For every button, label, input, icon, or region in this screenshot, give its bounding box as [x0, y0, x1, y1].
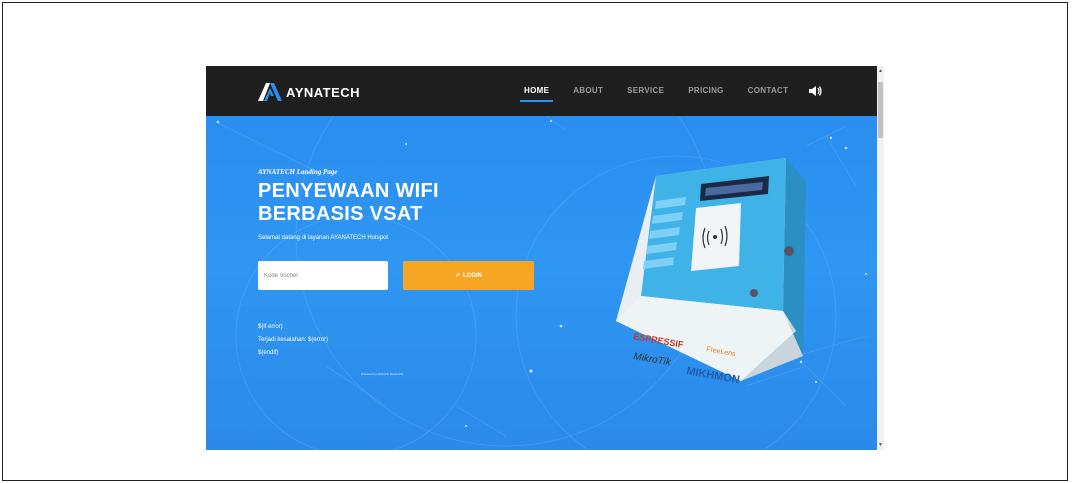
hotspot-kiosk-image: ESPRESSIF FreeLens MikroTik MIKHMON — [616, 158, 806, 386]
login-button[interactable]: ↗ LOGIN — [403, 261, 534, 290]
main-nav: HOME ABOUT SERVICE PRICING CONTACT — [519, 66, 822, 116]
nav-home[interactable]: HOME — [519, 66, 554, 116]
hero-welcome-text: Selamat datang di layanan AYANATECH Hots… — [258, 235, 389, 241]
nav-about[interactable]: ABOUT — [573, 66, 603, 116]
scroll-up-arrow-icon[interactable]: ▲ — [878, 68, 883, 74]
key-icon: ↗ — [454, 273, 461, 279]
hero-headline: PENYEWAAN WIFI BERBASIS VSAT — [258, 180, 538, 226]
browser-viewport: AYNATECH HOME ABOUT SERVICE PRICING CONT… — [206, 66, 884, 450]
hero-headline-line1: PENYEWAAN WIFI — [258, 180, 439, 202]
hero-headline-line2: BERBASIS VSAT — [258, 203, 423, 225]
speaker-icon[interactable] — [808, 85, 822, 97]
scroll-thumb[interactable] — [878, 82, 883, 138]
nav-service[interactable]: SERVICE — [627, 66, 664, 116]
voucher-input[interactable] — [258, 261, 388, 290]
template-if-error: $(if error) — [258, 324, 283, 330]
kiosk-brand-mikrotik: MikroTik — [632, 351, 672, 369]
nav-pricing[interactable]: PRICING — [688, 66, 723, 116]
navbar: AYNATECH HOME ABOUT SERVICE PRICING CONT… — [206, 66, 877, 116]
template-error-message: Terjadi kesalahan: $(error) — [258, 337, 329, 343]
brand-name: AYNATECH — [286, 84, 361, 100]
hero-eyebrow: AYNATECH Landing Page — [258, 168, 338, 176]
nav-contact[interactable]: CONTACT — [748, 66, 789, 116]
template-endif: $(endif) — [258, 350, 279, 356]
powered-by-text: Powered by MikroTik RouterOS — [361, 372, 404, 376]
brand-logo[interactable]: AYNATECH — [258, 82, 360, 102]
vertical-scrollbar[interactable]: ▲ ▼ — [877, 66, 884, 450]
scroll-down-arrow-icon[interactable]: ▼ — [878, 442, 883, 448]
aynatech-logo-icon — [258, 83, 282, 101]
login-button-label: LOGIN — [463, 272, 483, 279]
hero-section: AYNATECH Landing Page PENYEWAAN WIFI BER… — [206, 116, 877, 450]
